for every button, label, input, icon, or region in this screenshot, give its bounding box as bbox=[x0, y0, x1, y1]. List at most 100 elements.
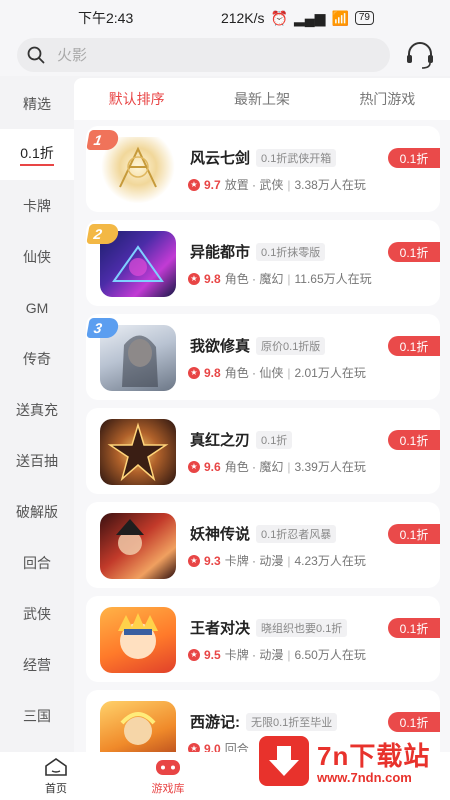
star-icon: ★ bbox=[188, 366, 200, 379]
game-players: 2.01万人在玩 bbox=[294, 366, 366, 380]
sidebar-item-card[interactable]: 卡牌 bbox=[0, 180, 74, 231]
star-icon: ★ bbox=[188, 648, 200, 661]
discount-badge: 0.1折 bbox=[388, 148, 440, 168]
discount-badge: 0.1折 bbox=[388, 430, 440, 450]
network-speed: 212K/s bbox=[220, 10, 265, 26]
meta-divider: | bbox=[287, 647, 291, 662]
game-tag: 0.1折忍者风暴 bbox=[256, 525, 337, 543]
alarm-icon: ⏰ bbox=[270, 9, 288, 26]
game-genre: 卡牌 · 动漫 bbox=[224, 554, 284, 568]
game-title: 异能都市 0.1折抹零版 bbox=[190, 241, 326, 262]
game-tag: 晓组织也要0.1折 bbox=[256, 619, 348, 637]
sidebar-item-gm[interactable]: GM bbox=[0, 282, 74, 333]
star-icon: ★ bbox=[188, 272, 200, 285]
watermark-url: www.7ndn.com bbox=[317, 770, 412, 785]
game-card[interactable]: 3 我欲修真 原价0.1折版 ★ 9.8 角色 · 仙侠 | 2.01万人在玩 0… bbox=[86, 314, 440, 400]
game-tag: 0.1折武侠开箱 bbox=[256, 149, 337, 167]
game-meta: ★ 9.5 卡牌 · 动漫 | 6.50万人在玩 bbox=[188, 646, 366, 663]
game-title: 真红之刃 0.1折 bbox=[190, 429, 293, 450]
game-meta: ★ 9.8 角色 · 仙侠 | 2.01万人在玩 bbox=[188, 364, 366, 381]
search-bar bbox=[0, 36, 450, 76]
game-players: 11.65万人在玩 bbox=[294, 272, 372, 286]
game-score: 9.7 bbox=[204, 177, 221, 192]
nav-game-library-label: 游戏库 bbox=[151, 782, 185, 795]
game-list: 1 风云七剑 0.1折武侠开箱 ★ 9.7 放置 · 武侠 | 3.38万人在玩 … bbox=[74, 120, 450, 752]
tab-popular[interactable]: 热门游戏 bbox=[325, 89, 450, 109]
game-score: 9.3 bbox=[204, 553, 221, 568]
game-score: 9.6 bbox=[204, 459, 221, 474]
sidebar-item-0.1-discount[interactable]: 0.1折 bbox=[0, 129, 74, 180]
game-title: 西游记: 无限0.1折至毕业 bbox=[190, 711, 338, 732]
sidebar-item-three-kingdoms[interactable]: 三国 bbox=[0, 690, 74, 741]
game-tag: 原价0.1折版 bbox=[256, 337, 326, 355]
status-icons: 212K/s ⏰ ▂▄▆ 📶 79 bbox=[221, 10, 374, 27]
game-meta: ★ 9.0 回合 bbox=[188, 740, 249, 752]
game-library-icon bbox=[156, 759, 180, 775]
game-card[interactable]: 真红之刃 0.1折 ★ 9.6 角色 · 魔幻 | 3.39万人在玩 0.1折 bbox=[86, 408, 440, 494]
game-icon bbox=[100, 419, 176, 485]
game-meta: ★ 9.6 角色 · 魔幻 | 3.39万人在玩 bbox=[188, 458, 366, 475]
game-icon bbox=[100, 701, 176, 752]
site-watermark: 7n下载站 www.7ndn.com bbox=[259, 730, 441, 792]
game-score: 9.0 bbox=[204, 741, 221, 753]
game-score: 9.8 bbox=[204, 271, 221, 286]
category-sidebar: 精选 0.1折 卡牌 仙侠 GM 传奇 送真充 送百抽 破解版 回合 武侠 经营… bbox=[0, 78, 74, 752]
discount-badge: 0.1折 bbox=[388, 618, 440, 638]
game-genre: 角色 · 魔幻 bbox=[224, 460, 284, 474]
sidebar-item-wuxia[interactable]: 武侠 bbox=[0, 588, 74, 639]
customer-service-icon[interactable] bbox=[404, 41, 436, 71]
sidebar-item-turn-based[interactable]: 回合 bbox=[0, 537, 74, 588]
game-tag: 0.1折抹零版 bbox=[256, 243, 326, 261]
meta-divider: | bbox=[287, 459, 291, 474]
game-card[interactable]: 妖神传说 0.1折忍者风暴 ★ 9.3 卡牌 · 动漫 | 4.23万人在玩 0.… bbox=[86, 502, 440, 588]
game-genre: 卡牌 · 动漫 bbox=[224, 648, 284, 662]
search-box[interactable] bbox=[17, 38, 390, 72]
sidebar-item-real-recharge[interactable]: 送真充 bbox=[0, 384, 74, 435]
discount-badge: 0.1折 bbox=[388, 336, 440, 356]
star-icon: ★ bbox=[188, 554, 200, 567]
sidebar-item-hundred-draws[interactable]: 送百抽 bbox=[0, 435, 74, 486]
home-icon bbox=[45, 757, 67, 776]
game-players: 3.39万人在玩 bbox=[294, 460, 366, 474]
game-players: 3.38万人在玩 bbox=[294, 178, 366, 192]
game-genre: 放置 · 武侠 bbox=[224, 178, 284, 192]
watermark-title: 7n下载站 bbox=[317, 741, 431, 771]
status-time: 下午2:43 bbox=[78, 10, 134, 26]
nav-home-label: 首页 bbox=[45, 782, 67, 795]
signal-icon: ▂▄▆ bbox=[293, 9, 326, 26]
sidebar-item-xianxia[interactable]: 仙侠 bbox=[0, 231, 74, 282]
game-title: 妖神传说 0.1折忍者风暴 bbox=[190, 523, 337, 544]
game-card[interactable]: 1 风云七剑 0.1折武侠开箱 ★ 9.7 放置 · 武侠 | 3.38万人在玩 … bbox=[86, 126, 440, 212]
battery-icon: 79 bbox=[354, 11, 374, 25]
game-tag: 无限0.1折至毕业 bbox=[246, 713, 338, 731]
sidebar-item-management[interactable]: 经营 bbox=[0, 639, 74, 690]
discount-badge: 0.1折 bbox=[388, 242, 440, 262]
search-input[interactable] bbox=[57, 46, 337, 64]
star-icon: ★ bbox=[188, 178, 200, 191]
game-players: 6.50万人在玩 bbox=[294, 648, 366, 662]
nav-game-library[interactable]: 游戏库 bbox=[112, 752, 224, 800]
game-genre: 回合 bbox=[224, 742, 249, 752]
game-title: 王者对决 晓组织也要0.1折 bbox=[190, 617, 348, 638]
meta-divider: | bbox=[287, 177, 291, 192]
game-meta: ★ 9.7 放置 · 武侠 | 3.38万人在玩 bbox=[188, 176, 366, 193]
sidebar-item-cracked[interactable]: 破解版 bbox=[0, 486, 74, 537]
search-icon bbox=[27, 46, 45, 64]
game-score: 9.5 bbox=[204, 647, 221, 662]
star-icon: ★ bbox=[188, 460, 200, 473]
meta-divider: | bbox=[287, 365, 291, 380]
game-title: 我欲修真 原价0.1折版 bbox=[190, 335, 326, 356]
sort-tabs: 默认排序 最新上架 热门游戏 bbox=[74, 78, 450, 120]
game-list-panel: 默认排序 最新上架 热门游戏 1 风云七剑 0.1折武侠开箱 ★ 9.7 放置 ·… bbox=[74, 78, 450, 752]
tab-default-sort[interactable]: 默认排序 bbox=[74, 89, 199, 109]
wifi-icon: 📶 bbox=[331, 9, 349, 26]
status-bar: 下午2:43 212K/s ⏰ ▂▄▆ 📶 79 bbox=[0, 0, 450, 36]
game-meta: ★ 9.3 卡牌 · 动漫 | 4.23万人在玩 bbox=[188, 552, 366, 569]
game-card[interactable]: 2 异能都市 0.1折抹零版 ★ 9.8 角色 · 魔幻 | 11.65万人在玩 … bbox=[86, 220, 440, 306]
nav-home[interactable]: 首页 bbox=[0, 752, 112, 800]
sidebar-item-legend[interactable]: 传奇 bbox=[0, 333, 74, 384]
sidebar-item-featured[interactable]: 精选 bbox=[0, 78, 74, 129]
game-card[interactable]: 王者对决 晓组织也要0.1折 ★ 9.5 卡牌 · 动漫 | 6.50万人在玩 0… bbox=[86, 596, 440, 682]
game-players: 4.23万人在玩 bbox=[294, 554, 366, 568]
tab-newest[interactable]: 最新上架 bbox=[199, 89, 324, 109]
